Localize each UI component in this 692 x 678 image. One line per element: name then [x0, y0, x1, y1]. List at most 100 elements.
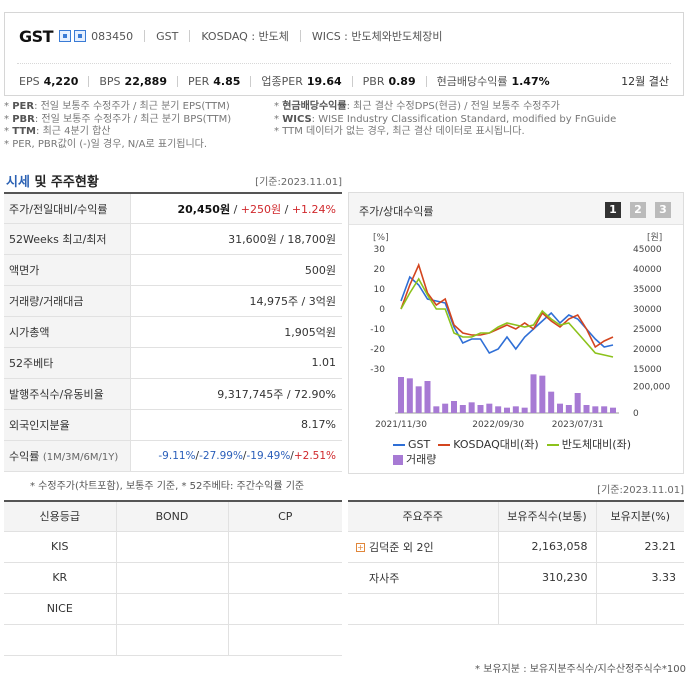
volume-bar	[601, 406, 608, 413]
cp-rating	[228, 624, 342, 656]
note-text: : 전일 보통주 수정주가 / 최근 분기 BPS(TTM)	[34, 113, 232, 125]
note: * PER: 전일 보통주 수정주가 / 최근 분기 EPS(TTM)	[4, 101, 230, 112]
column-header: 보유지분(%)	[596, 501, 684, 532]
stock-header: GST 083450 GST KOSDAQ : 반도체 WICS : 반도체와반…	[4, 12, 684, 96]
row-value: 500원	[130, 254, 342, 287]
section-title-rest: 및 주주현황	[29, 175, 99, 190]
note-key: TTM	[12, 126, 37, 137]
divider	[351, 75, 353, 87]
table-row: 52Weeks 최고/최저 31,600원 / 18,700원	[4, 223, 342, 256]
table-row: 거래량/거래대금 14,975주 / 3억원	[4, 285, 342, 318]
note-key: WICS	[282, 113, 312, 125]
volume-bar	[442, 403, 449, 413]
price-change-pct: +1.24%	[291, 202, 336, 216]
y-right-tick-label: 40000	[633, 265, 662, 275]
chart-tab-1[interactable]: 1	[605, 202, 621, 218]
volume-tick-label: 200,000	[633, 382, 670, 392]
volume-bar	[512, 406, 519, 413]
bond-rating	[116, 531, 229, 563]
chart-tab-2[interactable]: 2	[630, 202, 646, 218]
row-label: 액면가	[4, 254, 131, 287]
column-header: BOND	[116, 501, 229, 532]
cp-rating	[228, 593, 342, 625]
series-line	[400, 275, 614, 355]
y-right-tick-label: 30000	[633, 305, 662, 315]
cp-rating	[228, 562, 342, 594]
y-right-tick-label: 15000	[633, 365, 662, 375]
notes-right: * 현금배당수익률: 최근 결산 수정DPS(현금) / 전일 보통주 수정주가…	[274, 101, 674, 139]
volume-bar	[610, 407, 616, 413]
table-row: + 김덕준 외 2인 2,163,058 23.21	[348, 531, 684, 563]
bond-rating	[116, 624, 229, 656]
row-label: 시가총액	[4, 316, 131, 348]
divider	[177, 75, 178, 87]
volume-bar	[415, 386, 422, 413]
note: * PER, PBR값이 (-)일 경우, N/A로 표기됩니다.	[4, 138, 208, 150]
note-text: : 전일 보통주 수정주가 / 최근 분기 EPS(TTM)	[34, 101, 230, 112]
volume-bar	[424, 381, 431, 413]
note-key: PER	[12, 101, 35, 112]
bond-rating	[116, 593, 229, 625]
agency-name: NICE	[4, 593, 117, 625]
legend-item: KOSDAQ대비(좌)	[438, 437, 539, 452]
return-1m: -9.11%	[158, 449, 196, 462]
metric-label: BPS	[99, 74, 121, 88]
chart-legend: GST KOSDAQ대비(좌) 반도체대비(좌) 거래량	[393, 437, 683, 467]
note-text: : WISE Industry Classification Standard,…	[311, 113, 617, 125]
metric-value: 4,220	[43, 74, 79, 88]
row-value: 1,905억원	[130, 316, 342, 348]
volume-bar	[548, 391, 555, 413]
volume-bar	[574, 393, 581, 413]
home-icon[interactable]	[59, 30, 72, 42]
notes-left: * PER: 전일 보통주 수정주가 / 최근 분기 EPS(TTM) * PB…	[4, 101, 279, 151]
y-left-tick-label: 20	[374, 265, 386, 275]
shares-held: 2,163,058	[498, 531, 597, 563]
volume-bar	[459, 405, 466, 413]
table-row: 52주베타 1.01	[4, 347, 342, 379]
homepage-icon[interactable]	[74, 30, 87, 42]
table-row: 수익률 (1M/3M/6M/1Y) -9.11%/-27.99%/-19.49%…	[4, 440, 342, 472]
table-row	[4, 624, 342, 656]
row-value: 14,975주 / 3억원	[130, 285, 342, 318]
row-label: 외국인지분율	[4, 409, 131, 441]
note-text: : 최근 결산 수정DPS(현금) / 전일 보통주 수정주가	[346, 101, 560, 112]
divider	[299, 30, 301, 42]
shareholder-name	[348, 593, 499, 625]
series-line	[400, 262, 614, 349]
price-cell: 20,450원 / +250원 / +1.24%	[130, 193, 342, 225]
note: * 현금배당수익률: 최근 결산 수정DPS(현금) / 전일 보통주 수정주가	[274, 101, 560, 112]
header-meta-wics: WICS : 반도체와반도체장비	[311, 30, 443, 43]
table-row: 액면가 500원	[4, 254, 342, 287]
chart-title: 주가/상대수익률	[359, 205, 434, 218]
company-name: GST	[19, 26, 54, 46]
note: * TTM: 최근 4분기 합산	[4, 126, 111, 137]
row-label-main: 수익률	[9, 449, 40, 463]
legend-item: 거래량	[393, 452, 436, 467]
y-left-tick-label: -30	[370, 365, 385, 375]
volume-bar	[406, 378, 413, 413]
holders-footnote: * 보유지분 : 보유지분주식수/지수산정주식수*100	[475, 664, 686, 675]
row-value: 1.01	[130, 347, 342, 379]
row-value: 31,600원 / 18,700원	[130, 223, 342, 256]
y-right-tick-label: 20000	[633, 345, 662, 355]
shareholder-name: 자사주	[348, 562, 499, 594]
metric-label: PBR	[362, 74, 385, 88]
chart-tab-3[interactable]: 3	[655, 202, 671, 218]
shareholder-name-cell: + 김덕준 외 2인	[348, 531, 499, 563]
legend-swatch	[393, 444, 405, 446]
table-row: 주가/전일대비/수익률 20,450원 / +250원 / +1.24%	[4, 193, 342, 225]
shares-held	[498, 593, 597, 625]
current-price: 20,450원	[177, 202, 231, 216]
legend-item: 반도체대비(좌)	[546, 437, 631, 452]
return-6m: -19.49%	[246, 449, 291, 462]
volume-bar	[565, 405, 572, 413]
price-chart: [%] [원] 30 20 10 0 -10 -20 -30 45000 40000 35000 300…	[370, 232, 670, 430]
metric-value: 1.47%	[511, 74, 550, 88]
return-3m: -27.99%	[199, 449, 243, 462]
y-left-tick-label: 30	[374, 245, 386, 255]
metric-value: 4.85	[213, 74, 241, 88]
expand-plus-icon[interactable]: +	[356, 543, 365, 552]
table-row: KR	[4, 562, 342, 594]
volume-bar	[592, 406, 599, 413]
divider	[88, 75, 90, 87]
